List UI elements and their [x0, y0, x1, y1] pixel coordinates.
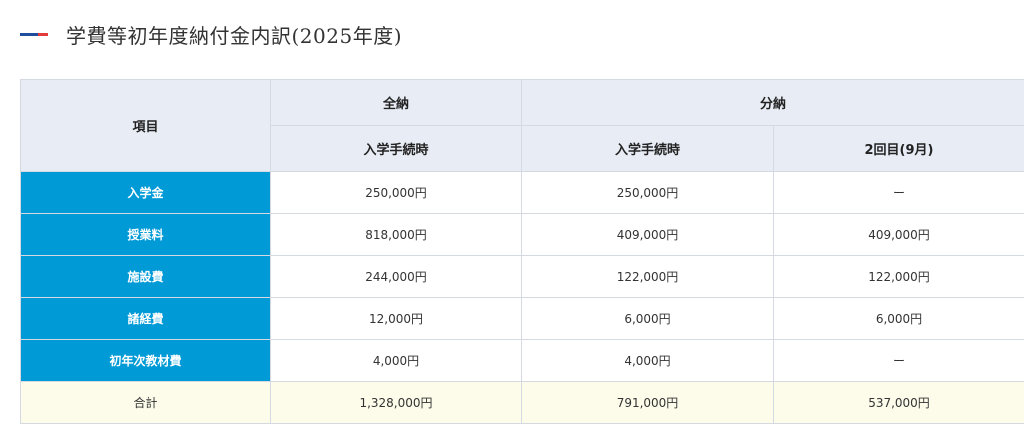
table-row: 諸経費 12,000円 6,000円 6,000円 [20, 297, 1024, 340]
total-installment-2: 537,000円 [772, 381, 1024, 424]
cell-installment-1: 250,000円 [521, 171, 774, 214]
cell-installment-2: 6,000円 [772, 297, 1024, 340]
cell-installment-2: 122,000円 [772, 255, 1024, 298]
row-label: 入学金 [20, 171, 271, 214]
header-item: 項目 [20, 79, 271, 172]
section-heading: 学費等初年度納付金内訳(2025年度) [20, 14, 402, 54]
table-row: 授業料 818,000円 409,000円 409,000円 [20, 213, 1024, 256]
cell-lump: 250,000円 [270, 171, 522, 214]
cell-installment-1: 409,000円 [521, 213, 774, 256]
row-label: 授業料 [20, 213, 271, 256]
table-header-row: 項目 全納 分納 [20, 79, 1024, 172]
row-label: 施設費 [20, 255, 271, 298]
header-lump-sum: 全納 [270, 79, 522, 126]
fee-breakdown-table: 項目 全納 分納 入学手続時 入学手続時 2回目(9月) 入学金 250,000… [20, 79, 1024, 424]
cell-lump: 12,000円 [270, 297, 522, 340]
table-row: 初年次教材費 4,000円 4,000円 ー [20, 339, 1024, 382]
table-row: 入学金 250,000円 250,000円 ー [20, 171, 1024, 214]
page-title: 学費等初年度納付金内訳(2025年度) [66, 23, 403, 48]
cell-lump: 244,000円 [270, 255, 522, 298]
subheader-installment-enrollment: 入学手続時 [521, 125, 774, 172]
row-label: 諸経費 [20, 297, 271, 340]
accent-bar-red [38, 32, 48, 36]
cell-installment-2: ー [772, 171, 1024, 214]
cell-installment-1: 122,000円 [521, 255, 774, 298]
subheader-installment-second: 2回目(9月) [772, 125, 1024, 172]
total-installment-1: 791,000円 [521, 381, 774, 424]
cell-installment-2: 409,000円 [772, 213, 1024, 256]
header-installment: 分納 [520, 79, 1024, 126]
cell-installment-1: 6,000円 [521, 297, 774, 340]
cell-installment-1: 4,000円 [521, 339, 774, 382]
accent-bar-blue [20, 32, 38, 36]
subheader-lump-enrollment: 入学手続時 [270, 125, 522, 172]
cell-installment-2: ー [772, 339, 1024, 382]
heading-accent-mark [20, 32, 48, 36]
total-label: 合計 [20, 381, 271, 424]
row-label: 初年次教材費 [20, 339, 271, 382]
cell-lump: 818,000円 [270, 213, 522, 256]
cell-lump: 4,000円 [270, 339, 522, 382]
total-row: 合計 1,328,000円 791,000円 537,000円 [20, 381, 1024, 424]
table-row: 施設費 244,000円 122,000円 122,000円 [20, 255, 1024, 298]
total-lump: 1,328,000円 [270, 381, 522, 424]
